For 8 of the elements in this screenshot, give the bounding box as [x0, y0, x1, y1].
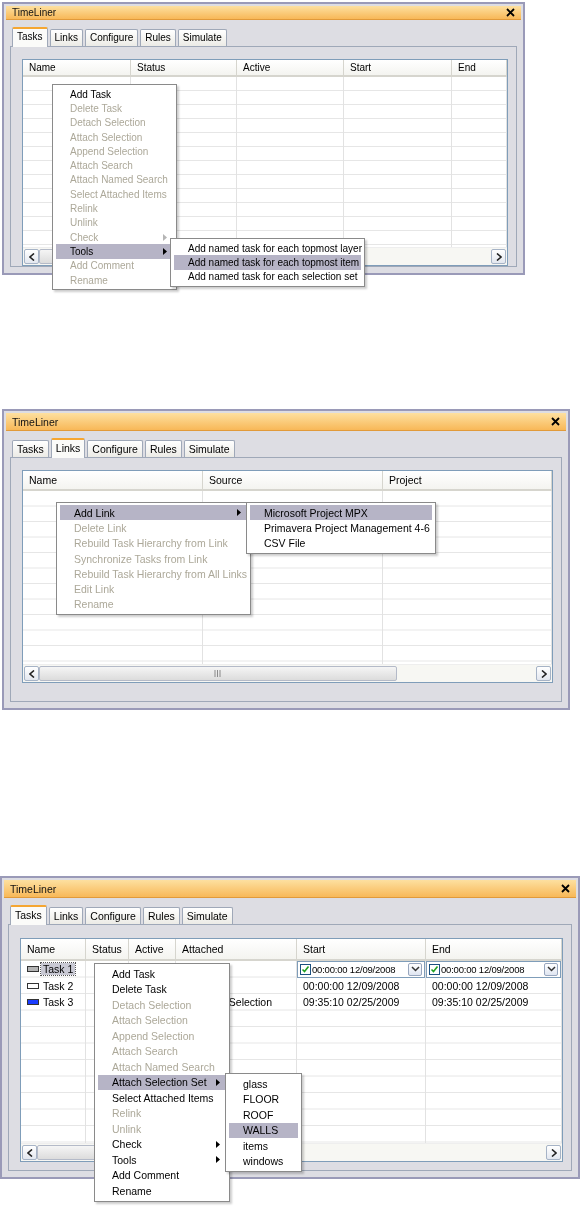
table-cell-text: 09:35:10 02/25/2009 — [431, 996, 529, 1009]
table-cell-text: Selection — [227, 996, 273, 1009]
table-cell-text: 00:00:00 12/09/2008 — [431, 979, 529, 992]
table-cell-text: 00:00:00 12/09/2008 — [302, 979, 400, 992]
window-title: TimeLiner — [12, 7, 57, 18]
window-title: TimeLiner — [12, 415, 59, 428]
table-cell-text: 09:35:10 02/25/2009 — [302, 996, 400, 1009]
window-title: TimeLiner — [10, 882, 57, 895]
